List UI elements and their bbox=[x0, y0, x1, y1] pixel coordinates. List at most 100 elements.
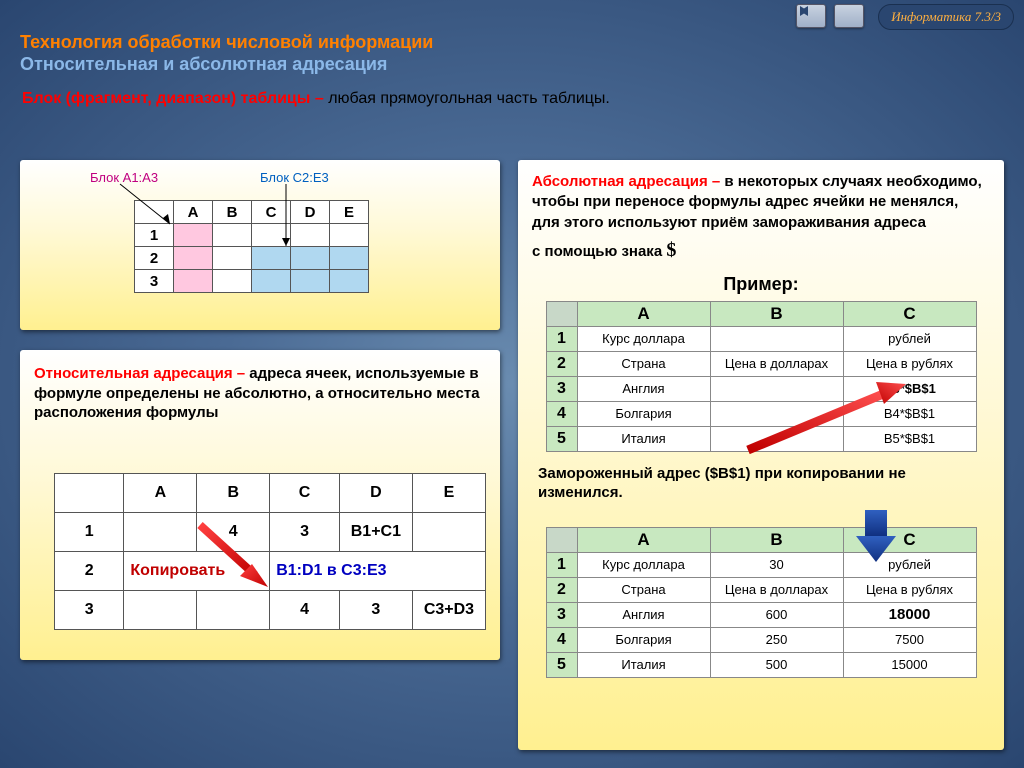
row-5: 5 bbox=[546, 652, 577, 677]
table-example-1: ABC 1Курс доллара рублей 2СтранаЦена в до… bbox=[546, 301, 977, 452]
row-3: 3 bbox=[546, 602, 577, 627]
t2-a4: Болгария bbox=[577, 627, 710, 652]
t1-b3 bbox=[710, 376, 843, 401]
cell-e3: C3+D3 bbox=[412, 590, 485, 629]
def-lead: Блок (фрагмент, диапазон) таблицы – bbox=[22, 90, 328, 107]
row-1: 1 bbox=[55, 512, 124, 551]
row-4: 4 bbox=[546, 627, 577, 652]
cell bbox=[213, 247, 252, 270]
row-2: 2 bbox=[546, 577, 577, 602]
t2-b3: 600 bbox=[710, 602, 843, 627]
corner bbox=[546, 301, 577, 326]
col-A: A bbox=[577, 301, 710, 326]
abs-text2: с помощью знака bbox=[532, 243, 666, 260]
cell-a1 bbox=[174, 224, 213, 247]
t2-c1: рублей bbox=[843, 552, 976, 577]
rel-lead: Относительная адресация – bbox=[34, 365, 249, 382]
t1-b2: Цена в долларах bbox=[710, 351, 843, 376]
t1-a4: Болгария bbox=[577, 401, 710, 426]
grid-blocks: A B C D E 1 2 3 bbox=[134, 200, 369, 293]
row-1: 1 bbox=[135, 224, 174, 247]
arrow-left-icon bbox=[796, 4, 812, 18]
col-D: D bbox=[339, 473, 412, 512]
cell bbox=[213, 270, 252, 293]
cell bbox=[213, 224, 252, 247]
row-3: 3 bbox=[55, 590, 124, 629]
col-B: B bbox=[213, 201, 252, 224]
cell bbox=[291, 224, 330, 247]
t1-c2: Цена в рублях bbox=[843, 351, 976, 376]
col-B: B bbox=[710, 301, 843, 326]
prev-button[interactable] bbox=[796, 4, 826, 28]
row-5: 5 bbox=[546, 426, 577, 451]
block-definition: Блок (фрагмент, диапазон) таблицы – люба… bbox=[22, 90, 610, 108]
t1-c1: рублей bbox=[843, 326, 976, 351]
grid-relative: A B C D E 1 4 3 B1+C1 2 Копировать B1:D1… bbox=[54, 473, 486, 630]
row-2: 2 bbox=[135, 247, 174, 270]
col-B: B bbox=[197, 473, 270, 512]
t1-b1 bbox=[710, 326, 843, 351]
t2-c2: Цена в рублях bbox=[843, 577, 976, 602]
row-3: 3 bbox=[546, 376, 577, 401]
t1-a3: Англия bbox=[577, 376, 710, 401]
col-A: A bbox=[174, 201, 213, 224]
t1-c4: B4*$B$1 bbox=[843, 401, 976, 426]
relative-def: Относительная адресация – адреса ячеек, … bbox=[34, 364, 486, 423]
cell-c3: 4 bbox=[270, 590, 340, 629]
def-rest: любая прямоугольная часть таблицы. bbox=[328, 90, 610, 107]
t2-b4: 250 bbox=[710, 627, 843, 652]
example-label: Пример: bbox=[532, 274, 990, 295]
heading-main: Технология обработки числовой информации bbox=[20, 32, 433, 53]
row-1: 1 bbox=[546, 326, 577, 351]
t1-a5: Италия bbox=[577, 426, 710, 451]
row-2: 2 bbox=[55, 551, 124, 590]
t2-b2: Цена в долларах bbox=[710, 577, 843, 602]
t2-a3: Англия bbox=[577, 602, 710, 627]
t2-b1: 30 bbox=[710, 552, 843, 577]
row-4: 4 bbox=[546, 401, 577, 426]
col-B: B bbox=[710, 527, 843, 552]
next-button[interactable] bbox=[834, 4, 864, 28]
cell-d2 bbox=[291, 247, 330, 270]
col-D: D bbox=[291, 201, 330, 224]
heading-sub: Относительная и абсолютная адресация bbox=[20, 54, 387, 75]
t1-c5: B5*$B$1 bbox=[843, 426, 976, 451]
panel-relative: Относительная адресация – адреса ячеек, … bbox=[20, 350, 500, 660]
cell-range: B1:D1 в C3:E3 bbox=[270, 551, 486, 590]
col-E: E bbox=[412, 473, 485, 512]
col-E: E bbox=[330, 201, 369, 224]
row-3: 3 bbox=[135, 270, 174, 293]
t1-b4 bbox=[710, 401, 843, 426]
cell bbox=[124, 512, 197, 551]
col-A: A bbox=[124, 473, 197, 512]
frozen-note: Замороженный адрес ($B$1) при копировани… bbox=[538, 464, 990, 503]
table-example-2: ABC 1Курс доллара30рублей 2СтранаЦена в … bbox=[546, 527, 977, 678]
t2-c5: 15000 bbox=[843, 652, 976, 677]
label-block-a1a3: Блок A1:A3 bbox=[90, 170, 158, 185]
t1-b5 bbox=[710, 426, 843, 451]
row-1: 1 bbox=[546, 552, 577, 577]
corner bbox=[135, 201, 174, 224]
t1-a1: Курс доллара bbox=[577, 326, 710, 351]
t2-c4: 7500 bbox=[843, 627, 976, 652]
t2-a2: Страна bbox=[577, 577, 710, 602]
t2-a1: Курс доллара bbox=[577, 552, 710, 577]
col-C: C bbox=[843, 527, 976, 552]
col-C: C bbox=[843, 301, 976, 326]
page-badge: Информатика 7.3/3 bbox=[878, 4, 1014, 30]
corner bbox=[546, 527, 577, 552]
label-block-c2e3: Блок C2:E3 bbox=[260, 170, 329, 185]
row-2: 2 bbox=[546, 351, 577, 376]
t1-c3: B3*$B$1 bbox=[843, 376, 976, 401]
cell-c2 bbox=[252, 247, 291, 270]
col-C: C bbox=[270, 473, 340, 512]
cell bbox=[412, 512, 485, 551]
t1-a2: Страна bbox=[577, 351, 710, 376]
cell-c1: 3 bbox=[270, 512, 340, 551]
cell-e3 bbox=[330, 270, 369, 293]
cell-d1: B1+C1 bbox=[339, 512, 412, 551]
t2-c3: 18000 bbox=[843, 602, 976, 627]
cell-a2 bbox=[174, 247, 213, 270]
cell-e2 bbox=[330, 247, 369, 270]
cell-c3 bbox=[252, 270, 291, 293]
